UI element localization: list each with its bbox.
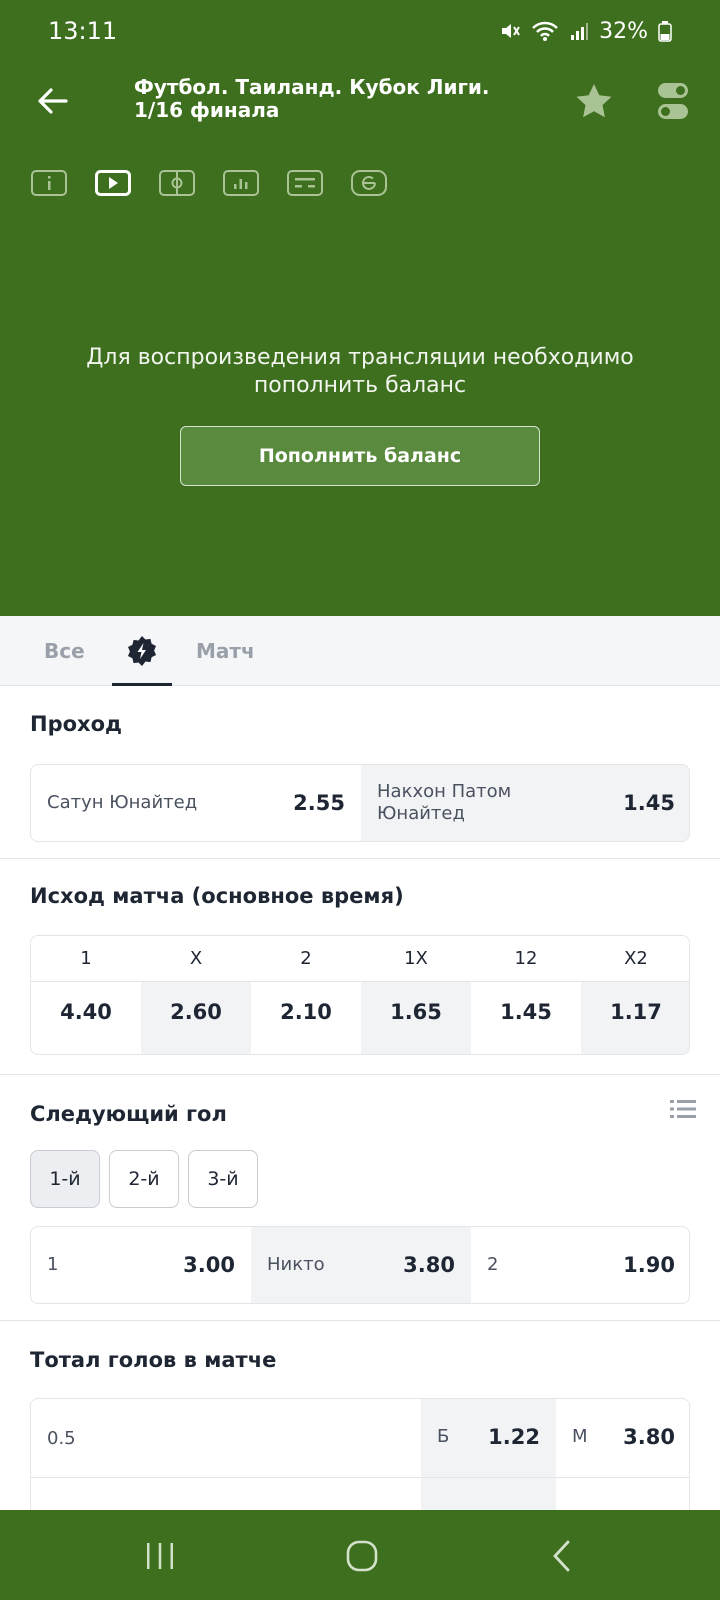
result-odd[interactable]: 2.10 — [251, 1000, 361, 1024]
result-odd[interactable]: 4.40 — [31, 1000, 141, 1024]
top-bar: Футбол. Таиланд. Кубок Лиги. 1/16 финала — [0, 72, 720, 128]
under-label: М — [572, 1426, 588, 1447]
outcome-odd: 3.00 — [183, 1253, 235, 1277]
active-tab-indicator — [112, 683, 172, 686]
arrow-left-icon — [38, 88, 68, 114]
home-button[interactable] — [340, 1534, 384, 1578]
video-icon — [95, 170, 131, 196]
next-goal-title: Следующий гол — [30, 1102, 227, 1126]
stats-tab[interactable] — [222, 168, 260, 198]
match-header: 13:11 32% Футбол. Таиланд. Кубок Лиги. 1… — [0, 0, 720, 616]
row-divider — [31, 1477, 689, 1478]
info-tab[interactable] — [30, 168, 68, 198]
result-title: Исход матча (основное время) — [30, 884, 404, 908]
stream-message: Для воспроизведения трансляции необходим… — [86, 345, 634, 398]
favorite-button[interactable] — [572, 80, 616, 124]
stats-icon — [223, 170, 259, 196]
result-header: 1X — [404, 948, 428, 969]
scoreboard-icon — [287, 170, 323, 196]
next-goal-outcome[interactable]: 1 3.00 — [31, 1227, 251, 1303]
outcome-odd: 1.90 — [623, 1253, 675, 1277]
under-odd: 3.80 — [623, 1425, 675, 1449]
section-divider — [0, 858, 720, 859]
result-header: 1 — [80, 948, 92, 969]
wifi-icon — [532, 21, 558, 41]
toggle-icon — [658, 83, 688, 119]
next-goal-outcome[interactable]: Никто 3.80 — [251, 1227, 471, 1303]
list-view-button[interactable] — [670, 1098, 696, 1120]
section-divider — [0, 1074, 720, 1075]
result-header-row: 1 X 2 1X 12 X2 — [31, 936, 689, 982]
video-tab[interactable] — [94, 168, 132, 198]
team1-odd: 2.55 — [293, 791, 345, 815]
market-tabs: Все Матч — [0, 616, 720, 686]
goal-option-1[interactable]: 1-й — [30, 1150, 100, 1208]
totals-line: 0.5 — [31, 1399, 421, 1477]
team2-name: Накхон Патом Юнайтед — [377, 781, 512, 824]
result-header: 2 — [300, 948, 312, 969]
page-title: Футбол. Таиланд. Кубок Лиги. 1/16 финала — [134, 75, 490, 122]
goal-option-2[interactable]: 2-й — [109, 1150, 179, 1208]
status-time: 13:11 — [48, 17, 118, 45]
qualify-card: Сатун Юнайтед 2.55 Накхон Патом Юнайтед … — [30, 764, 690, 842]
nav-back-button[interactable] — [540, 1534, 584, 1578]
result-card: 1 X 2 1X 12 X2 4.40 2.60 2.10 1.65 1.45 … — [30, 935, 690, 1055]
result-header: 12 — [514, 948, 538, 969]
outcome-label: 1 — [47, 1254, 59, 1275]
goal-option-3[interactable]: 3-й — [188, 1150, 258, 1208]
feed-tab[interactable] — [350, 168, 388, 198]
pitch-icon — [159, 170, 195, 196]
qualify-team2-outcome[interactable]: Накхон Патом Юнайтед 1.45 — [361, 765, 689, 841]
totals-under-outcome[interactable]: М 3.80 — [556, 1399, 689, 1477]
settings-toggle-button[interactable] — [656, 80, 690, 122]
qualify-title: Проход — [30, 712, 122, 736]
tab-live[interactable] — [126, 616, 158, 686]
home-icon — [346, 1540, 378, 1572]
view-mode-icons — [30, 168, 388, 198]
back-button[interactable] — [34, 82, 72, 120]
mute-icon — [502, 24, 520, 38]
totals-over-outcome[interactable]: Б 1.22 — [421, 1399, 556, 1477]
result-header: X — [189, 948, 203, 969]
team2-odd: 1.45 — [623, 791, 675, 815]
status-bar: 13:11 32% — [0, 0, 720, 62]
battery-percent: 32% — [599, 18, 648, 44]
info-icon — [31, 170, 67, 196]
team1-name: Сатун Юнайтед — [47, 792, 198, 813]
feed-icon — [351, 170, 387, 196]
outcome-label: 2 — [487, 1254, 499, 1275]
signal-icon — [571, 23, 589, 40]
result-header: X2 — [624, 948, 648, 969]
over-odd: 1.22 — [488, 1425, 540, 1449]
outcome-odd: 3.80 — [403, 1253, 455, 1277]
result-odd[interactable]: 2.60 — [141, 1000, 251, 1024]
pitch-tab[interactable] — [158, 168, 196, 198]
system-nav-bar — [0, 1510, 720, 1600]
qualify-team1-outcome[interactable]: Сатун Юнайтед 2.55 — [31, 765, 361, 841]
next-goal-card: 1 3.00 Никто 3.80 2 1.90 — [30, 1226, 690, 1304]
topup-balance-button[interactable]: Пополнить баланс — [180, 426, 540, 486]
tab-all[interactable]: Все — [44, 616, 85, 686]
battery-icon — [658, 21, 672, 42]
totals-title: Тотал голов в матче — [30, 1348, 277, 1372]
outcome-label: Никто — [267, 1254, 325, 1275]
status-icons: 32% — [499, 19, 672, 44]
result-odd[interactable]: 1.17 — [581, 1000, 689, 1024]
chevron-left-icon — [553, 1540, 570, 1572]
star-icon — [576, 84, 612, 118]
over-label: Б — [437, 1426, 450, 1447]
totals-line-value: 0.5 — [47, 1428, 76, 1449]
result-odd[interactable]: 1.65 — [361, 1000, 471, 1024]
recent-apps-icon — [147, 1543, 173, 1569]
next-goal-outcome[interactable]: 2 1.90 — [471, 1227, 689, 1303]
recent-apps-button[interactable] — [138, 1534, 182, 1578]
scoreboard-tab[interactable] — [286, 168, 324, 198]
result-odd[interactable]: 1.45 — [471, 1000, 581, 1024]
section-divider — [0, 1320, 720, 1321]
lightning-icon — [128, 636, 156, 666]
tab-match[interactable]: Матч — [196, 616, 255, 686]
list-icon — [670, 1100, 696, 1118]
